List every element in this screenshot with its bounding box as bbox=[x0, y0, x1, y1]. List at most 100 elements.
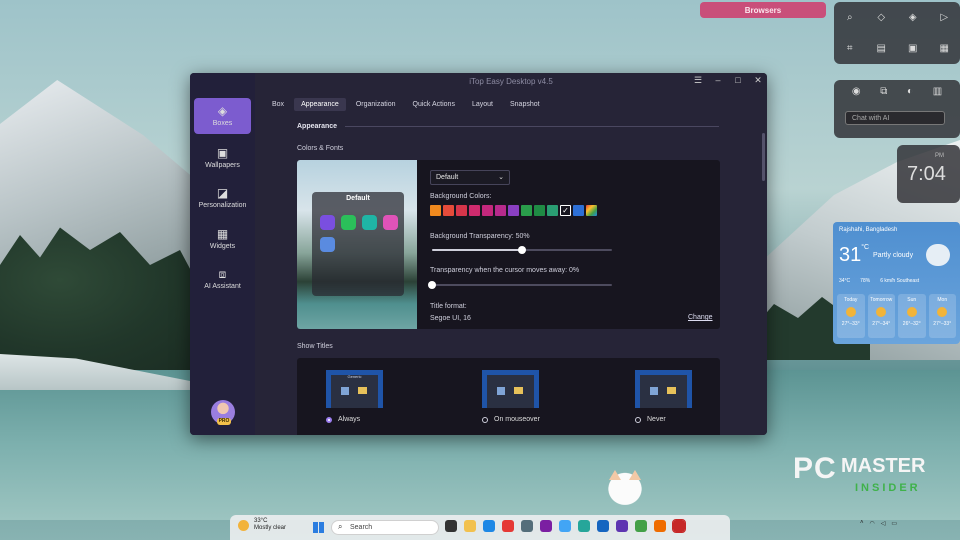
tab-snapshot[interactable]: Snapshot bbox=[503, 98, 547, 111]
itop-app-icon[interactable] bbox=[672, 519, 686, 533]
color-swatch[interactable] bbox=[573, 205, 584, 216]
chrome-icon[interactable] bbox=[502, 520, 514, 532]
color-swatch[interactable] bbox=[443, 205, 454, 216]
radio-indicator bbox=[635, 416, 641, 423]
cat-icon[interactable]: ◉ bbox=[852, 86, 861, 97]
brush-icon: ◪ bbox=[216, 186, 229, 200]
color-swatch[interactable] bbox=[521, 205, 532, 216]
clock-widget: PM 7:04 bbox=[897, 145, 960, 203]
color-swatch-selected[interactable]: ✓ bbox=[560, 205, 571, 216]
grid-icon[interactable]: ▦ bbox=[940, 43, 949, 54]
ai-tools-panel: ◉ ⧉ ◐ ▥ Chat with AI bbox=[834, 80, 960, 138]
cube-plus-icon[interactable]: ◈ bbox=[909, 12, 917, 23]
taskbar-apps bbox=[445, 519, 686, 533]
theme-select[interactable]: Default ⌄ bbox=[430, 170, 510, 185]
tab-quick-actions[interactable]: Quick Actions bbox=[406, 98, 462, 111]
chevron-up-icon[interactable]: ˄ bbox=[860, 520, 864, 527]
radio-on-mouseover[interactable]: On mouseover bbox=[482, 416, 540, 423]
menu-icon[interactable]: ☰ bbox=[693, 75, 703, 86]
file-explorer-icon[interactable] bbox=[464, 520, 476, 532]
app-title: iTop Easy Desktop v4.5 bbox=[469, 77, 553, 86]
search-icon[interactable]: ⌕ bbox=[847, 12, 853, 23]
app-icon[interactable] bbox=[654, 520, 666, 532]
translate-icon[interactable]: ⧉ bbox=[880, 86, 887, 97]
color-swatch[interactable] bbox=[456, 205, 467, 216]
close-icon[interactable]: ✕ bbox=[753, 75, 763, 86]
wifi-icon[interactable]: ◠ bbox=[870, 520, 875, 527]
notes-icon[interactable]: ▥ bbox=[933, 86, 942, 97]
color-swatch[interactable] bbox=[508, 205, 519, 216]
scrollbar-thumb[interactable] bbox=[762, 133, 765, 181]
weather-temperature: 31°C bbox=[839, 244, 870, 266]
radio-always[interactable]: Always bbox=[326, 416, 360, 423]
color-swatch[interactable] bbox=[469, 205, 480, 216]
tab-organization[interactable]: Organization bbox=[349, 98, 403, 111]
background-colors-label: Background Colors: bbox=[430, 193, 492, 200]
cursor-transparency-slider[interactable] bbox=[428, 281, 612, 289]
minimize-icon[interactable]: – bbox=[713, 75, 723, 86]
tab-box[interactable]: Box bbox=[265, 98, 291, 111]
windows-start-icon[interactable] bbox=[313, 522, 324, 533]
cloud-icon bbox=[926, 244, 950, 266]
box-icon: ◈ bbox=[217, 104, 228, 118]
color-swatch[interactable] bbox=[482, 205, 493, 216]
video-icon bbox=[362, 215, 377, 230]
color-swatch[interactable] bbox=[547, 205, 558, 216]
app-icon[interactable] bbox=[616, 520, 628, 532]
sun-cloud-icon bbox=[906, 307, 917, 317]
weather-details: 34°C 78% 6 km/h Southeast bbox=[839, 278, 920, 284]
edge-icon[interactable] bbox=[483, 520, 495, 532]
app-icon[interactable] bbox=[578, 520, 590, 532]
app-icon bbox=[320, 215, 335, 230]
crop-icon[interactable]: ⌗ bbox=[847, 43, 853, 54]
battery-icon[interactable]: ▭ bbox=[891, 520, 897, 527]
play-icon[interactable]: ▷ bbox=[940, 12, 948, 23]
transparency-slider[interactable] bbox=[432, 246, 612, 254]
document-icon[interactable]: ▤ bbox=[877, 43, 886, 54]
sidebar-item-label: Boxes bbox=[212, 120, 233, 127]
color-swatch[interactable] bbox=[534, 205, 545, 216]
radio-never[interactable]: Never bbox=[635, 416, 666, 423]
browsers-box-tab[interactable]: Browsers bbox=[700, 2, 826, 18]
cube-icon[interactable]: ◇ bbox=[877, 12, 885, 23]
color-swatches: ✓ bbox=[430, 205, 597, 216]
taskbar-search[interactable]: ⌕ Search bbox=[331, 520, 439, 535]
title-format-label: Title format: bbox=[430, 303, 467, 310]
check-icon: ✓ bbox=[562, 206, 569, 215]
color-swatch[interactable] bbox=[430, 205, 441, 216]
tab-layout[interactable]: Layout bbox=[465, 98, 500, 111]
color-swatch[interactable] bbox=[495, 205, 506, 216]
sidebar-item-widgets[interactable]: ▦ Widgets bbox=[194, 221, 251, 257]
color-swatch-custom[interactable] bbox=[586, 205, 597, 216]
taskbar-weather[interactable]: 33°C Mostly clear bbox=[238, 518, 286, 532]
task-view-icon[interactable] bbox=[445, 520, 457, 532]
paint-icon[interactable]: ◐ bbox=[907, 86, 913, 97]
maximize-icon[interactable]: □ bbox=[733, 75, 743, 86]
sidebar-item-wallpapers[interactable]: ▣ Wallpapers bbox=[194, 140, 251, 176]
sidebar-item-personalization[interactable]: ◪ Personalization bbox=[194, 180, 251, 216]
widgets-icon: ▦ bbox=[216, 227, 229, 241]
forecast-day: Tomorrow 27°–34° bbox=[867, 294, 895, 338]
slider-handle[interactable] bbox=[428, 281, 436, 289]
chat-with-ai-input[interactable]: Chat with AI bbox=[845, 111, 945, 125]
show-titles-label: Show Titles bbox=[297, 343, 333, 350]
title-option-never[interactable]: Never bbox=[635, 370, 692, 423]
vscode-icon[interactable] bbox=[597, 520, 609, 532]
app-icon[interactable] bbox=[521, 520, 533, 532]
tab-appearance[interactable]: Appearance bbox=[294, 98, 346, 111]
sidebar-item-ai-assistant[interactable]: ⧈ AI Assistant bbox=[194, 261, 251, 297]
app-icon[interactable] bbox=[559, 520, 571, 532]
clock-time: 7:04 bbox=[907, 163, 946, 185]
title-option-on-mouseover[interactable]: On mouseover bbox=[482, 370, 540, 423]
app-icon[interactable] bbox=[635, 520, 647, 532]
box-preview: Default bbox=[297, 160, 417, 329]
sidebar-item-boxes[interactable]: ◈ Boxes bbox=[194, 98, 251, 134]
app-icon[interactable] bbox=[540, 520, 552, 532]
image-icon[interactable]: ▣ bbox=[908, 43, 917, 54]
title-option-always[interactable]: Generic Always bbox=[326, 370, 383, 423]
volume-icon[interactable]: ◁ bbox=[881, 520, 886, 527]
slider-handle[interactable] bbox=[518, 246, 526, 254]
ai-icon: ⧈ bbox=[218, 267, 227, 281]
change-font-link[interactable]: Change bbox=[688, 314, 713, 321]
weather-widget[interactable]: Rajshahi, Bangladesh 31°C Partly cloudy … bbox=[833, 222, 960, 344]
